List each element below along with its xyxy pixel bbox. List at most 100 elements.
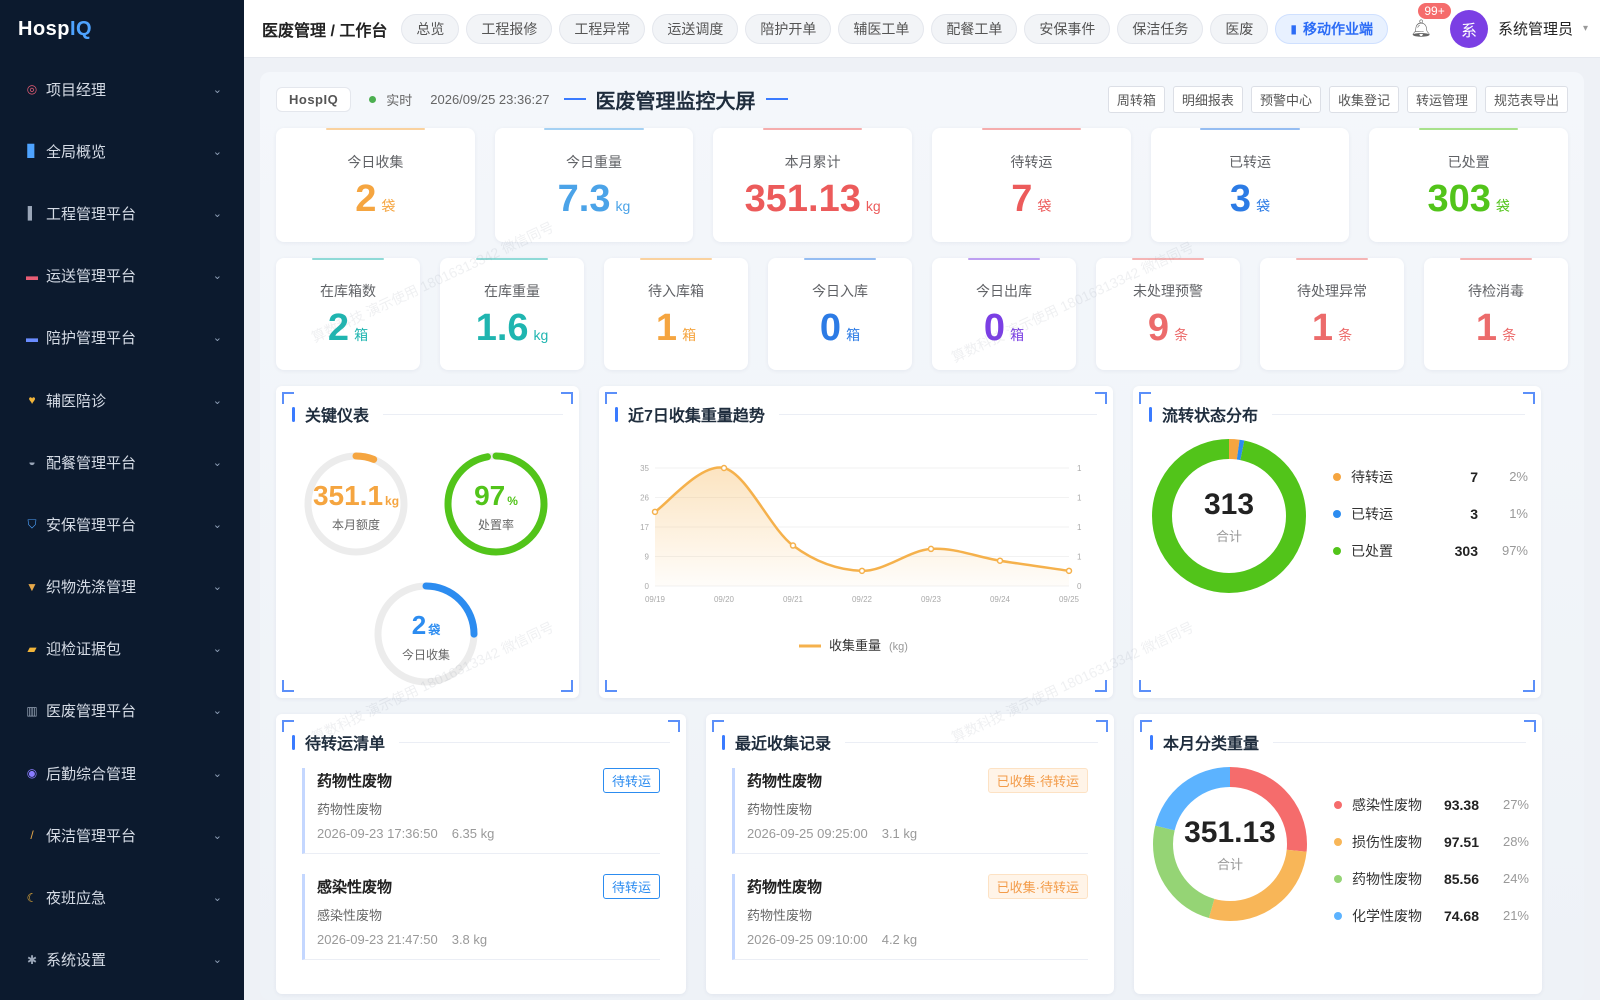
data-point <box>651 508 659 516</box>
stat-value: 303 <box>1427 178 1491 220</box>
legend-row[interactable]: 损伤性废物 97.51 28% <box>1334 823 1529 860</box>
sidebar-item-folder[interactable]: ▰ 迎检证据包 ⌄ <box>0 618 244 680</box>
donut-center: 351.13 合计 <box>1150 764 1310 924</box>
list-item[interactable]: 药物性废物 药物性废物 2026-09-25 09:10:00 4.2 kg 已收集·待… <box>732 874 1088 960</box>
stat-card[interactable]: 已处置 303 袋 <box>1369 128 1568 242</box>
stat-unit: 条 <box>1338 327 1353 343</box>
sidebar-item-label: 保洁管理平台 <box>46 827 137 845</box>
panel-title: 近7日收集重量趋势 <box>628 408 765 425</box>
stat-card[interactable]: 今日重量 7.3 kg <box>494 128 694 242</box>
basket-icon: ▼ <box>26 579 38 594</box>
stat-card[interactable]: 在库重量 1.6 kg <box>440 258 584 370</box>
tab-mobile[interactable]: ▮ 移动作业端 <box>1275 13 1388 44</box>
notification-bell-icon[interactable]: 🔔︎ 99+ <box>1410 2 1451 39</box>
stat-card[interactable]: 待处理异常 1 条 <box>1260 258 1404 370</box>
legend-pct: 97% <box>1501 543 1528 558</box>
quick-button-2[interactable]: 预警中心 <box>1250 85 1321 113</box>
sidebar-item-building[interactable]: ▌ 工程管理平台 ⌄ <box>0 182 244 244</box>
panel-title: 最近收集记录 <box>735 736 832 753</box>
legend-dot <box>1333 472 1341 481</box>
tab-2[interactable]: 工程异常 <box>559 13 646 44</box>
tab-5[interactable]: 辅医工单 <box>838 13 925 44</box>
sidebar-item-gear[interactable]: ✱ 系统设置 ⌄ <box>0 929 244 991</box>
chevron-down-icon: ⌄ <box>212 332 222 345</box>
legend-row[interactable]: 药物性废物 85.56 24% <box>1334 860 1529 897</box>
sidebar-item-broom[interactable]: / 保洁管理平台 ⌄ <box>0 804 244 866</box>
sidebar-item-bowl[interactable]: ◒ 配餐管理平台 ⌄ <box>0 431 244 493</box>
sidebar-item-target[interactable]: ◎ 项目经理 ⌄ <box>0 58 244 120</box>
gauge-value: 351.1 kg <box>300 480 412 512</box>
stat-card[interactable]: 今日收集 2 袋 <box>276 128 475 242</box>
quick-button-1[interactable]: 明细报表 <box>1172 85 1243 113</box>
status-badge[interactable]: 已收集·待转运 <box>987 874 1088 899</box>
quick-button-0[interactable]: 周转箱 <box>1107 85 1165 113</box>
avatar[interactable]: 系 <box>1449 9 1488 48</box>
data-point <box>789 542 797 549</box>
chevron-down-icon[interactable]: ▾ <box>1583 23 1588 34</box>
y-tick-left: 17 <box>640 523 649 532</box>
chevron-down-icon: ⌄ <box>212 829 222 842</box>
list-item[interactable]: 药物性废物 药物性废物 2026-09-25 09:25:00 3.1 kg 已收集·待… <box>732 768 1088 854</box>
chevron-down-icon: ⌄ <box>212 581 222 594</box>
tab-3[interactable]: 运送调度 <box>652 13 739 44</box>
stat-card[interactable]: 今日出库 0 箱 <box>932 258 1076 370</box>
stat-label: 未处理预警 <box>1133 283 1203 299</box>
status-badge[interactable]: 已收集·待转运 <box>987 768 1088 793</box>
sidebar-item-heart[interactable]: ♥ 辅医陪诊 ⌄ <box>0 369 244 431</box>
legend-name: 感染性废物 <box>1352 796 1422 813</box>
legend-row[interactable]: 化学性废物 74.68 21% <box>1334 897 1529 934</box>
user-name[interactable]: 系统管理员 <box>1498 18 1573 39</box>
stat-card[interactable]: 已转运 3 袋 <box>1150 128 1350 242</box>
sidebar-item-chart[interactable]: ▊ 全局概览 ⌄ <box>0 120 244 182</box>
stat-card[interactable]: 待检消毒 1 条 <box>1424 258 1568 370</box>
stat-card[interactable]: 待转运 7 袋 <box>932 128 1131 242</box>
item-subtitle: 药物性废物 <box>747 908 813 923</box>
sidebar-item-label: 项目经理 <box>46 81 107 99</box>
stat-card[interactable]: 本月累计 351.13 kg <box>713 128 912 242</box>
tab-6[interactable]: 配餐工单 <box>931 13 1018 44</box>
flow-panel: 流转状态分布 313 合计 待转运 7 2% 已转运 3 1% 已处置 303 97% <box>1133 386 1541 698</box>
heart-icon: ♥ <box>28 393 36 408</box>
list-item[interactable]: 药物性废物 药物性废物 2026-09-23 17:36:50 6.35 kg 待转运 <box>302 768 660 854</box>
quick-button-4[interactable]: 转运管理 <box>1406 85 1477 113</box>
sidebar-item-trash[interactable]: ▥ 医废管理平台 ⌄ <box>0 680 244 742</box>
tab-0[interactable]: 总览 <box>401 13 460 44</box>
stat-card[interactable]: 待入库箱 1 箱 <box>604 258 748 370</box>
stat-unit: kg <box>533 327 549 343</box>
stat-unit: 袋 <box>1495 198 1510 214</box>
legend-row[interactable]: 已处置 303 97% <box>1333 532 1528 569</box>
tab-7[interactable]: 安保事件 <box>1024 13 1111 44</box>
sidebar-item-people[interactable]: ◉ 后勤综合管理 ⌄ <box>0 742 244 804</box>
legend-dot <box>1333 509 1341 518</box>
sidebar-item-truck[interactable]: ▬ 运送管理平台 ⌄ <box>0 245 244 307</box>
stat-card[interactable]: 今日入库 0 箱 <box>768 258 912 370</box>
y-tick-right: 1 <box>1077 523 1082 532</box>
brand-pill: HospIQ <box>276 86 352 112</box>
stat-card[interactable]: 在库箱数 2 箱 <box>276 258 420 370</box>
legend-row[interactable]: 感染性废物 93.38 27% <box>1334 786 1529 823</box>
sidebar-item-bed[interactable]: ▬ 陪护管理平台 ⌄ <box>0 307 244 369</box>
tab-8[interactable]: 保洁任务 <box>1117 13 1204 44</box>
status-badge[interactable]: 待转运 <box>602 768 660 793</box>
legend-pct: 28% <box>1502 834 1529 849</box>
status-badge[interactable]: 待转运 <box>602 874 660 899</box>
sidebar-item-basket[interactable]: ▼ 织物洗涤管理 ⌄ <box>0 556 244 618</box>
tab-4[interactable]: 陪护开单 <box>745 13 832 44</box>
quick-button-5[interactable]: 规范表导出 <box>1484 85 1568 113</box>
legend-row[interactable]: 待转运 7 2% <box>1333 458 1528 495</box>
stat-unit: kg <box>865 198 881 214</box>
x-tick: 09/23 <box>921 595 942 604</box>
quick-button-3[interactable]: 收集登记 <box>1328 85 1399 113</box>
legend-row[interactable]: 已转运 3 1% <box>1333 495 1528 532</box>
tab-1[interactable]: 工程报修 <box>466 13 553 44</box>
sidebar-item-moon[interactable]: ☾ 夜班应急 ⌄ <box>0 866 244 928</box>
logo-text: Hosp <box>18 17 70 40</box>
stat-card[interactable]: 未处理预警 9 条 <box>1096 258 1240 370</box>
app-logo[interactable]: Hosp IQ <box>0 0 244 58</box>
gauge-value: 2袋 <box>370 610 482 641</box>
list-item[interactable]: 感染性废物 感染性废物 2026-09-23 21:47:50 3.8 kg 待转运 <box>302 874 660 960</box>
sidebar-item-shield[interactable]: ⛉ 安保管理平台 ⌄ <box>0 493 244 555</box>
stat-label: 今日出库 <box>976 283 1032 299</box>
tab-9[interactable]: 医废 <box>1210 13 1269 44</box>
legend-value: 93.38 <box>1443 796 1479 813</box>
